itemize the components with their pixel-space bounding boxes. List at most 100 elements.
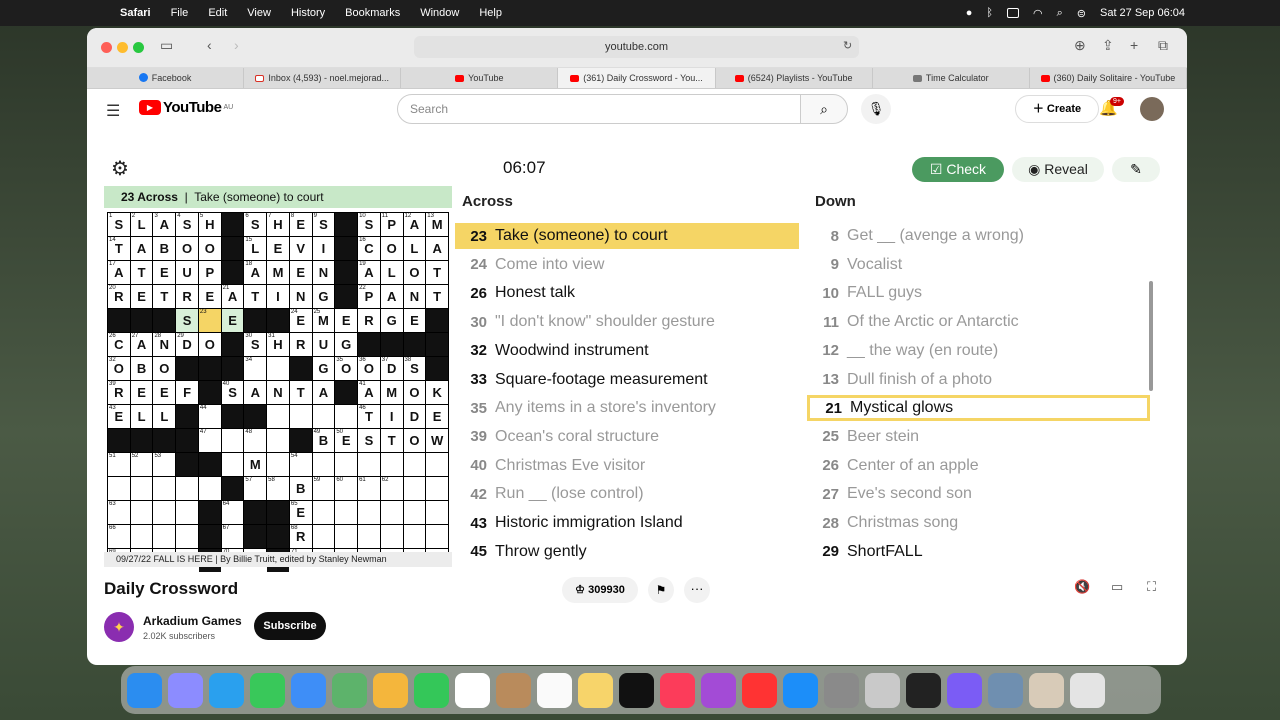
grid-cell[interactable]: 15 L <box>244 237 267 260</box>
grid-cell[interactable]: 29 D <box>176 333 198 356</box>
facetime-icon[interactable] <box>414 672 449 708</box>
fullscreen-icon[interactable]: ⛶ <box>1147 579 1156 595</box>
grid-cell[interactable]: 30 S <box>244 333 267 356</box>
grid-cell[interactable]: G <box>312 357 335 380</box>
grid-cell[interactable]: 38 S <box>403 357 426 380</box>
grid-cell[interactable]: O <box>176 237 198 260</box>
grid-cell[interactable]: 40 S <box>221 381 244 404</box>
grid-cell[interactable]: I <box>312 237 335 260</box>
grid-cell[interactable]: I <box>267 285 289 308</box>
grid-cell[interactable]: 18 A <box>244 261 267 284</box>
grid-cell[interactable]: 19 A <box>358 261 380 284</box>
back-icon[interactable]: ‹ <box>207 37 212 53</box>
voice-search-button[interactable]: 🎙 <box>861 94 891 124</box>
grid-cell[interactable]: 54 <box>289 453 312 476</box>
grid-cell[interactable]: E <box>153 261 176 284</box>
grid-cell[interactable]: 11 P <box>380 213 403 236</box>
grid-cell[interactable] <box>335 525 358 548</box>
grid-cell[interactable]: B <box>153 237 176 260</box>
grid-cell[interactable]: 48 <box>244 429 267 452</box>
tab-youtube[interactable]: YouTube <box>401 68 559 88</box>
grid-cell[interactable]: 32 O <box>108 357 130 380</box>
grid-cell[interactable]: O <box>403 429 426 452</box>
grid-cell[interactable] <box>267 405 289 428</box>
menu-bookmarks[interactable]: Bookmarks <box>345 7 400 19</box>
grid-cell[interactable]: O <box>153 357 176 380</box>
grid-cell[interactable] <box>403 453 426 476</box>
grid-cell[interactable]: 47 <box>198 429 221 452</box>
grid-cell[interactable]: P <box>198 261 221 284</box>
grid-cell[interactable]: A <box>380 285 403 308</box>
grid-cell[interactable]: 46 T <box>358 405 380 428</box>
grid-cell[interactable]: O <box>198 333 221 356</box>
grid-cell[interactable]: D <box>403 405 426 428</box>
preview-icon[interactable] <box>988 672 1023 708</box>
grid-cell[interactable]: 28 N <box>153 333 176 356</box>
grid-cell[interactable]: E <box>198 285 221 308</box>
grid-cell[interactable]: K <box>426 381 448 404</box>
notes-icon[interactable] <box>578 672 613 708</box>
down-clue[interactable]: 11 Of the Arctic or Antarctic <box>807 309 1150 335</box>
grid-cell[interactable] <box>108 477 130 500</box>
terminal-icon[interactable] <box>906 672 941 708</box>
bluetooth-icon[interactable]: ᛒ <box>986 7 993 19</box>
grid-cell[interactable]: 63 <box>108 501 130 524</box>
tab-gmail[interactable]: Inbox (4,593) - noel.mejorad... <box>244 68 402 88</box>
grid-cell[interactable] <box>198 477 221 500</box>
grid-cell[interactable]: 25 M <box>312 309 335 332</box>
trash-icon[interactable] <box>1070 672 1105 708</box>
down-list-scrollbar[interactable] <box>1149 281 1153 391</box>
control-center-icon[interactable]: ⊜ <box>1077 7 1086 20</box>
system-preferences-icon[interactable] <box>824 672 859 708</box>
new-tab-icon[interactable]: + <box>1130 37 1138 53</box>
share-icon[interactable]: ⇪ <box>1102 37 1114 54</box>
grid-cell[interactable]: O <box>380 237 403 260</box>
mute-icon[interactable]: 🔇 <box>1074 579 1090 595</box>
menu-help[interactable]: Help <box>479 7 502 19</box>
minimize-window-button[interactable] <box>117 42 128 53</box>
grid-cell[interactable]: 24 E <box>289 309 312 332</box>
grid-cell[interactable]: M <box>244 453 267 476</box>
grid-cell[interactable]: T <box>130 261 153 284</box>
reload-icon[interactable]: ↻ <box>843 39 852 52</box>
grid-cell[interactable]: L <box>153 405 176 428</box>
crossword-grid[interactable]: 1 S 2 L 3 A 4 S 5 H 6 S 7 H 8 E 9 S 10 S 11 P 12 A 13 M 14 T A B O O 15 L… <box>107 212 449 572</box>
grid-cell[interactable]: 14 T <box>108 237 130 260</box>
grid-cell[interactable]: M <box>267 261 289 284</box>
clock[interactable]: Sat 27 Sep 06:04 <box>1100 7 1185 19</box>
grid-cell[interactable] <box>426 501 448 524</box>
across-clue[interactable]: 30 "I don't know" shoulder gesture <box>455 309 799 335</box>
grid-cell[interactable]: 52 <box>130 453 153 476</box>
grid-cell[interactable]: 62 <box>380 477 403 500</box>
grid-cell[interactable]: 21 A <box>221 285 244 308</box>
down-clue[interactable]: 28 Christmas song <box>807 510 1150 536</box>
search-button[interactable]: ⌕ <box>800 94 848 124</box>
down-clue[interactable]: 27 Eve's second son <box>807 481 1150 507</box>
grid-cell[interactable] <box>358 501 380 524</box>
battery-icon[interactable] <box>1006 8 1019 18</box>
grid-cell[interactable] <box>312 453 335 476</box>
address-bar[interactable]: youtube.com <box>414 36 859 58</box>
grid-cell[interactable]: 10 S <box>358 213 380 236</box>
record-icon[interactable]: ● <box>966 7 973 19</box>
grid-cell[interactable]: 57 <box>244 477 267 500</box>
menu-history[interactable]: History <box>291 7 325 19</box>
grid-cell[interactable]: 8E <box>289 213 312 236</box>
grid-cell[interactable]: 59 <box>312 477 335 500</box>
save-button[interactable]: ⚑ <box>648 577 674 603</box>
grid-cell[interactable] <box>335 501 358 524</box>
grid-cell[interactable]: N <box>289 285 312 308</box>
grid-cell[interactable] <box>176 501 198 524</box>
wifi-icon[interactable]: ◠ <box>1033 7 1043 20</box>
grid-cell[interactable]: 53 <box>153 453 176 476</box>
across-clue[interactable]: 32 Woodwind instrument <box>455 338 799 364</box>
grid-cell[interactable]: 64 <box>221 501 244 524</box>
tab-overview-icon[interactable]: ⧉ <box>1158 37 1168 54</box>
grid-cell[interactable]: L <box>380 261 403 284</box>
grid-cell[interactable] <box>176 477 198 500</box>
grid-cell[interactable]: 20 R <box>108 285 130 308</box>
grid-cell[interactable]: 4S <box>176 213 198 236</box>
news-icon[interactable] <box>742 672 777 708</box>
grid-cell[interactable] <box>176 525 198 548</box>
grid-cell[interactable]: A <box>426 237 448 260</box>
